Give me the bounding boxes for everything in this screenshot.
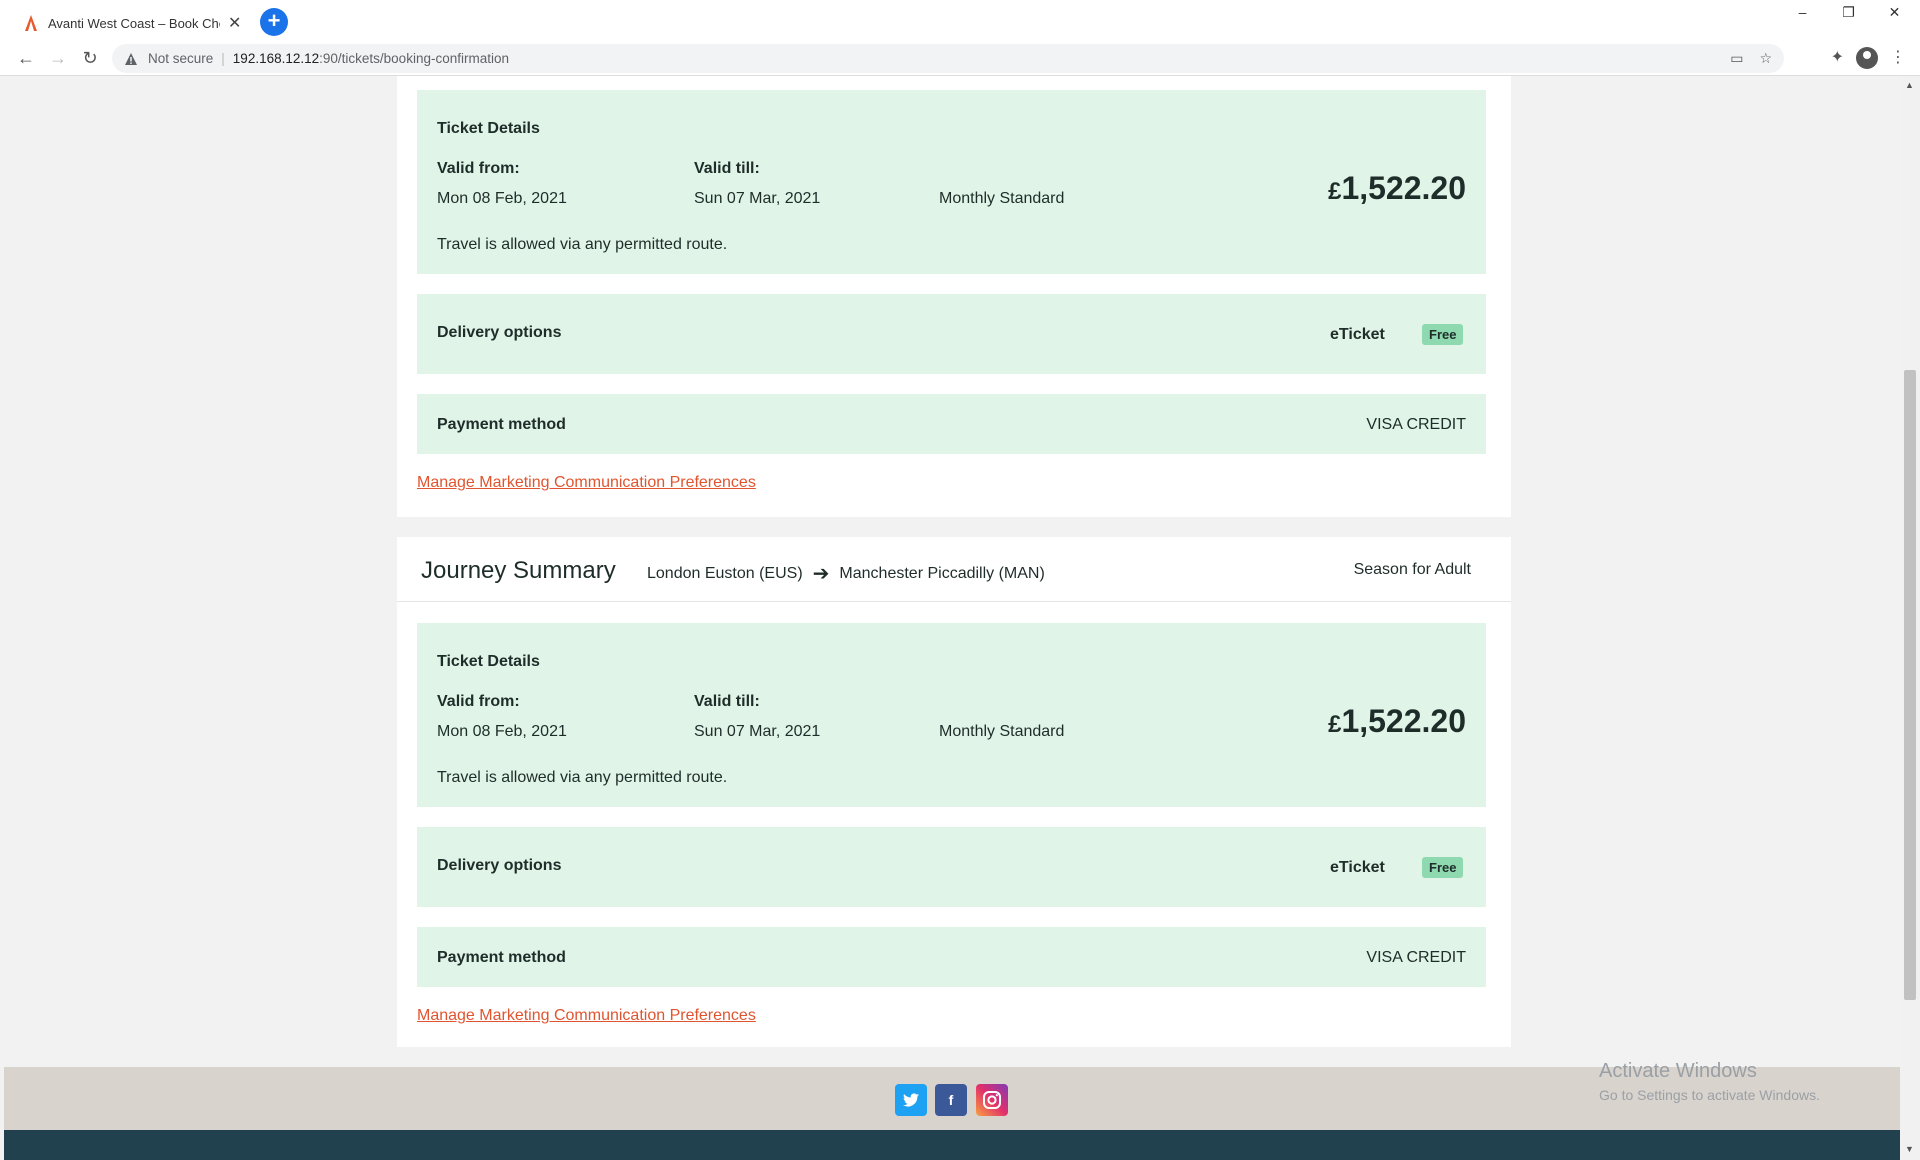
reader-mode-icon[interactable]: ▭	[1730, 50, 1743, 67]
payment-method-panel: Payment method VISA CREDIT	[417, 394, 1486, 454]
journey-summary-title: Journey Summary	[421, 557, 616, 584]
delivery-options-panel: Delivery options eTicket Free	[417, 827, 1486, 907]
scroll-up-icon[interactable]: ▲	[1905, 80, 1914, 90]
profile-avatar-icon[interactable]	[1856, 47, 1878, 69]
season-type: Season for Adult	[1353, 561, 1471, 578]
manage-marketing-link[interactable]: Manage Marketing Communication Preferenc…	[417, 474, 756, 492]
price-amount: 1,522.20	[1341, 170, 1466, 206]
route-note: Travel is allowed via any permitted rout…	[437, 769, 728, 786]
not-secure-label[interactable]: Not secure	[148, 51, 213, 66]
delivery-method: eTicket	[1330, 326, 1385, 343]
ticket-details-heading: Ticket Details	[437, 120, 540, 137]
scroll-down-icon[interactable]: ▼	[1905, 1144, 1914, 1154]
payment-method-value: VISA CREDIT	[1366, 949, 1466, 966]
valid-till-value: Sun 07 Mar, 2021	[694, 723, 821, 740]
journey-route: London Euston (EUS) ➔ Manchester Piccadi…	[647, 561, 1045, 586]
address-bar[interactable]: Not secure | 192.168.12.12:90/tickets/bo…	[112, 44, 1784, 73]
tab-close-icon[interactable]: ✕	[228, 13, 241, 33]
facebook-icon[interactable]: f	[935, 1084, 967, 1116]
ticket-type: Monthly Standard	[939, 190, 1065, 207]
ticket-type: Monthly Standard	[939, 723, 1065, 740]
instagram-icon[interactable]	[976, 1084, 1008, 1116]
manage-marketing-link[interactable]: Manage Marketing Communication Preferenc…	[417, 1007, 756, 1025]
price-currency: £	[1328, 178, 1342, 205]
payment-method-panel: Payment method VISA CREDIT	[417, 927, 1486, 987]
delivery-options-panel: Delivery options eTicket Free	[417, 294, 1486, 374]
scrollbar-thumb[interactable]	[1904, 370, 1916, 1000]
windows-activation-watermark: Activate Windows Go to Settings to activ…	[1599, 1060, 1820, 1103]
origin-station: London Euston (EUS)	[647, 564, 803, 582]
ticket-details-panel: Ticket Details Valid from: Mon 08 Feb, 2…	[417, 623, 1486, 807]
ticket-details-panel: Ticket Details Valid from: Mon 08 Feb, 2…	[417, 90, 1486, 274]
url-path: :90/tickets/booking-confirmation	[319, 51, 509, 66]
payment-method-label: Payment method	[437, 949, 566, 966]
payment-method-value: VISA CREDIT	[1366, 416, 1466, 433]
price-currency: £	[1328, 711, 1342, 738]
journey-summary-header: Journey Summary London Euston (EUS) ➔ Ma…	[397, 537, 1511, 602]
browser-tab[interactable]: Avanti West Coast – Book Cheap ✕	[8, 5, 252, 41]
ticket-price: £1,522.20	[1328, 703, 1466, 740]
ticket-price: £1,522.20	[1328, 170, 1466, 207]
avanti-logo-icon	[25, 15, 37, 31]
restore-button[interactable]: ❐	[1826, 0, 1871, 24]
delivery-method: eTicket	[1330, 859, 1385, 876]
price-amount: 1,522.20	[1341, 703, 1466, 739]
page-scrollbar[interactable]: ▲ ▼	[1900, 76, 1920, 1160]
route-note: Travel is allowed via any permitted rout…	[437, 236, 728, 253]
booking-card: Ticket Details Valid from: Mon 08 Feb, 2…	[397, 76, 1511, 517]
valid-till-value: Sun 07 Mar, 2021	[694, 190, 821, 207]
reload-icon[interactable]: ↻	[78, 46, 102, 70]
bookmark-star-icon[interactable]: ☆	[1759, 50, 1772, 67]
valid-till-label: Valid till:	[694, 160, 760, 177]
valid-from-value: Mon 08 Feb, 2021	[437, 723, 567, 740]
url-host: 192.168.12.12	[232, 51, 320, 66]
delivery-options-label: Delivery options	[437, 857, 562, 874]
browser-tab-strip: Avanti West Coast – Book Cheap ✕ + – ❐ ✕	[0, 0, 1920, 41]
delivery-options-label: Delivery options	[437, 324, 562, 341]
free-badge: Free	[1422, 857, 1464, 878]
destination-station: Manchester Piccadilly (MAN)	[839, 564, 1045, 582]
close-window-button[interactable]: ✕	[1872, 0, 1917, 24]
valid-from-label: Valid from:	[437, 693, 520, 710]
watermark-line1: Activate Windows	[1599, 1060, 1757, 1082]
menu-kebab-icon[interactable]: ⋮	[1890, 47, 1906, 69]
back-icon[interactable]: ←	[14, 46, 38, 70]
payment-method-label: Payment method	[437, 416, 566, 433]
warning-icon	[125, 52, 137, 65]
journey-summary-card: Journey Summary London Euston (EUS) ➔ Ma…	[397, 537, 1511, 1047]
free-badge: Free	[1422, 324, 1464, 345]
new-tab-button[interactable]: +	[260, 8, 288, 36]
arrow-right-icon: ➔	[812, 563, 830, 585]
twitter-icon[interactable]	[895, 1084, 927, 1116]
minimize-button[interactable]: –	[1780, 0, 1825, 24]
page-viewport: Ticket Details Valid from: Mon 08 Feb, 2…	[4, 76, 1900, 1160]
forward-icon[interactable]: →	[46, 46, 70, 70]
valid-from-label: Valid from:	[437, 160, 520, 177]
valid-from-value: Mon 08 Feb, 2021	[437, 190, 567, 207]
ticket-details-heading: Ticket Details	[437, 653, 540, 670]
valid-till-label: Valid till:	[694, 693, 760, 710]
footer-bottom-bar	[4, 1130, 1900, 1160]
extensions-icon[interactable]: ✦	[1831, 47, 1844, 69]
browser-toolbar: ← → ↻ Not secure | 192.168.12.12:90/tick…	[0, 41, 1920, 76]
tab-title: Avanti West Coast – Book Cheap	[48, 15, 220, 31]
watermark-line2: Go to Settings to activate Windows.	[1599, 1087, 1820, 1103]
